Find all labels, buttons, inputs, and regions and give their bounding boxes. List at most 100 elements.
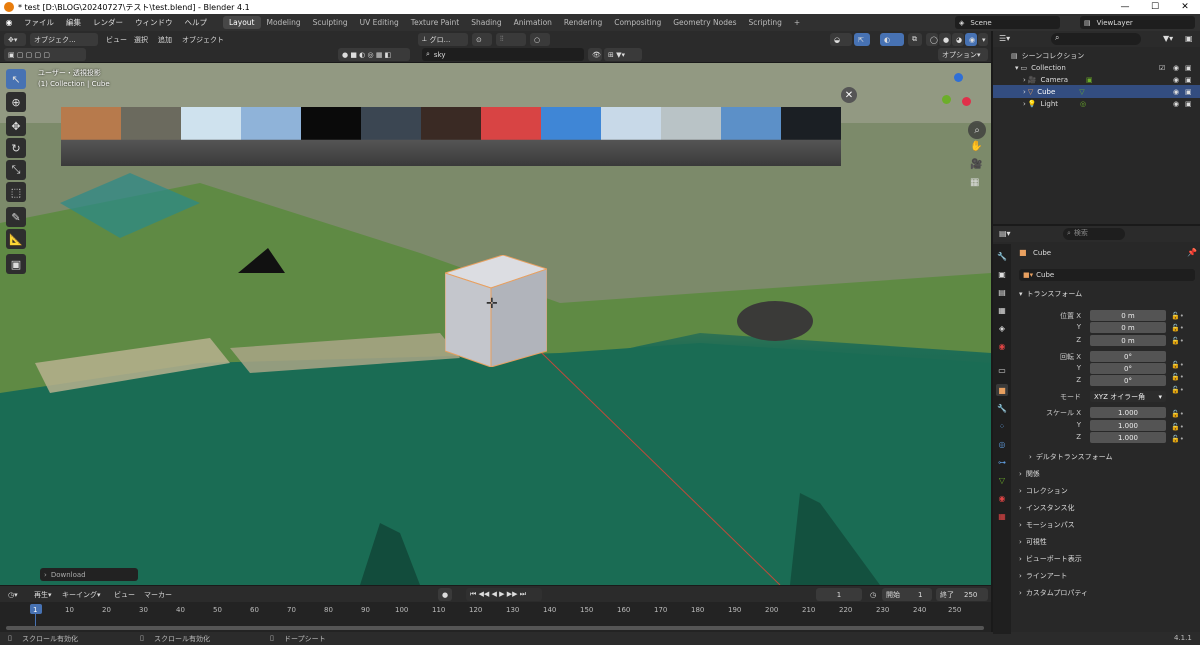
camera-render-icon[interactable]: ▣ [1185, 88, 1192, 96]
menu-timeline-view[interactable]: ビュー [110, 588, 139, 601]
current-frame-field[interactable]: 1 [816, 588, 862, 601]
download-panel[interactable]: › Download [40, 568, 138, 581]
pivot-dropdown[interactable]: ⊙ [472, 33, 492, 46]
eye-icon[interactable]: ◉ [1173, 64, 1179, 72]
tab-layout[interactable]: Layout [223, 16, 261, 29]
hdri-thumb[interactable] [361, 107, 421, 166]
tab-modeling[interactable]: Modeling [261, 16, 307, 29]
gizmo-toggle[interactable]: ◒ [830, 33, 852, 46]
shading-rendered[interactable]: ◉ [965, 33, 977, 46]
close-window-button[interactable]: ✕ [1170, 0, 1200, 14]
properties-search[interactable]: ⌕ 検索 [1063, 228, 1125, 240]
proportional-edit[interactable]: ○ [530, 33, 550, 46]
menu-playback[interactable]: 再生 ▾ [30, 588, 56, 601]
scene-tab-icon[interactable]: ◈ [996, 322, 1008, 334]
hdri-thumb[interactable] [121, 107, 181, 166]
grid-view-icon[interactable]: ▦ [970, 177, 984, 191]
shading-wireframe[interactable]: ◯ [926, 33, 938, 46]
hdri-thumb[interactable] [421, 107, 481, 166]
transform-tool[interactable]: ⬚ [6, 182, 26, 202]
pin-icon[interactable]: 📌 [1187, 248, 1197, 257]
add-cube-tool[interactable]: ▣ [6, 254, 26, 274]
visibility-toggle[interactable]: 👁 [588, 48, 602, 61]
auto-key-toggle[interactable]: ● [438, 588, 452, 601]
mode-dropdown[interactable]: オブジェク... [30, 33, 98, 46]
outliner-row-light[interactable]: › 💡 Light ◎ ◉ ▣ [993, 97, 1200, 110]
tool-tab-icon[interactable]: 🔧 [996, 250, 1008, 262]
checkbox-icon[interactable]: ☑ [1159, 64, 1165, 72]
cursor-tool[interactable]: ⊕ [6, 92, 26, 112]
hdri-thumb[interactable] [781, 107, 841, 166]
snap-toggle[interactable]: ⫶⫶ [496, 33, 526, 46]
editor-type-button[interactable]: ✥▾ [4, 33, 26, 46]
hdri-thumb[interactable] [301, 107, 361, 166]
line-art-section[interactable]: › ラインアート [1019, 571, 1067, 581]
menu-file[interactable]: ファイル [18, 17, 60, 28]
tab-texture-paint[interactable]: Texture Paint [405, 16, 465, 29]
object-tab-icon[interactable]: ■ [996, 384, 1008, 396]
3d-viewport[interactable]: ✛ ユーザー・透視投影 (1) Collection | Cube ↖ ⊕ ✥ … [0, 63, 991, 585]
hdri-thumb[interactable] [61, 107, 121, 166]
timeline-scrollbar[interactable] [6, 626, 984, 630]
eye-icon[interactable]: ◉ [1173, 88, 1179, 96]
instancing-section[interactable]: › インスタンス化 [1019, 503, 1075, 513]
options-dropdown[interactable]: オプション ▾ [938, 48, 988, 61]
visibility-section[interactable]: › 可視性 [1019, 537, 1047, 547]
hdri-thumb[interactable] [601, 107, 661, 166]
output-tab-icon[interactable]: ▤ [996, 286, 1008, 298]
scene-selector[interactable]: ◈ Scene [955, 16, 1060, 29]
transform-section-header[interactable]: ▾ トランスフォーム [1019, 289, 1082, 299]
filter-icons[interactable]: ⊞ ▼▾ [604, 48, 642, 61]
camera-render-icon[interactable]: ▣ [1185, 64, 1192, 72]
tab-geometry-nodes[interactable]: Geometry Nodes [667, 16, 742, 29]
menu-select[interactable]: 選択 [130, 33, 152, 46]
timeline-area[interactable]: 1 10 20 30 40 50 60 70 80 90 100 110 120… [0, 602, 991, 632]
outliner-search[interactable]: ⌕ [1051, 33, 1141, 45]
annotate-tool[interactable]: ✎ [6, 207, 26, 227]
viewlayer-selector[interactable]: ▤ ViewLayer [1080, 16, 1195, 29]
filter-icon[interactable]: ▼▾ [1163, 34, 1173, 43]
custom-properties-section[interactable]: › カスタムプロパティ [1019, 588, 1088, 598]
minimize-button[interactable]: — [1110, 0, 1140, 14]
object-name-field[interactable]: ■▾ Cube [1019, 269, 1195, 281]
collections-section[interactable]: › コレクション [1019, 486, 1068, 496]
location-x-field[interactable]: 0 m [1090, 310, 1166, 321]
scale-x-field[interactable]: 1.000 [1090, 407, 1166, 418]
constraints-tab-icon[interactable]: ⊶ [996, 456, 1008, 468]
start-frame-field[interactable]: 開始 1 [882, 588, 932, 601]
select-box-tool[interactable]: ↖ [6, 69, 26, 89]
rotation-y-field[interactable]: 0° [1090, 363, 1166, 374]
menu-object[interactable]: オブジェクト [178, 33, 228, 46]
data-tab-icon[interactable]: ▽ [996, 474, 1008, 486]
texture-tab-icon[interactable]: ▦ [996, 510, 1008, 522]
search-field[interactable]: ⌕ sky [422, 48, 584, 61]
menu-view[interactable]: ビュー [102, 33, 131, 46]
scale-y-field[interactable]: 1.000 [1090, 420, 1166, 431]
navigation-gizmo[interactable] [918, 69, 984, 129]
lock-icons[interactable]: 🔓• 🔓• 🔓• 🔓• 🔓• 🔓• 🔓• 🔓• 🔓• [1171, 310, 1195, 444]
collection-tab-icon[interactable]: ▭ [996, 364, 1008, 376]
shading-options[interactable]: ▾ [978, 33, 988, 46]
select-mode-buttons[interactable]: ▣ ▢ ▢ ▢ ▢ [4, 48, 86, 61]
new-collection-icon[interactable]: ▣ [1185, 34, 1193, 43]
hdri-thumb[interactable] [721, 107, 781, 166]
scale-tool[interactable]: ⤡ [6, 160, 26, 180]
overlays-toggle[interactable]: ◐ [880, 33, 904, 46]
hdri-thumb[interactable] [481, 107, 541, 166]
tab-shading[interactable]: Shading [465, 16, 507, 29]
menu-window[interactable]: ウィンドウ [129, 17, 179, 28]
hdri-thumb[interactable] [541, 107, 601, 166]
hdri-thumb[interactable] [241, 107, 301, 166]
eye-icon[interactable]: ◉ [1173, 76, 1179, 84]
add-workspace-button[interactable]: + [788, 16, 806, 29]
hdri-thumb[interactable] [181, 107, 241, 166]
shading-icons-group[interactable]: ● ■ ◐ ◎ ▦ ◧ [338, 48, 410, 61]
camera-render-icon[interactable]: ▣ [1185, 100, 1192, 108]
rotation-mode-dropdown[interactable]: XYZ オイラー角 ▾ [1090, 391, 1166, 402]
outliner-editor-type[interactable]: ☰▾ [999, 34, 1010, 43]
viewport-display-section[interactable]: › ビューポート表示 [1019, 554, 1082, 564]
menu-edit[interactable]: 編集 [60, 17, 87, 28]
motion-paths-section[interactable]: › モーションパス [1019, 520, 1075, 530]
eye-icon[interactable]: ◉ [1173, 100, 1179, 108]
menu-marker[interactable]: マーカー [140, 588, 176, 601]
